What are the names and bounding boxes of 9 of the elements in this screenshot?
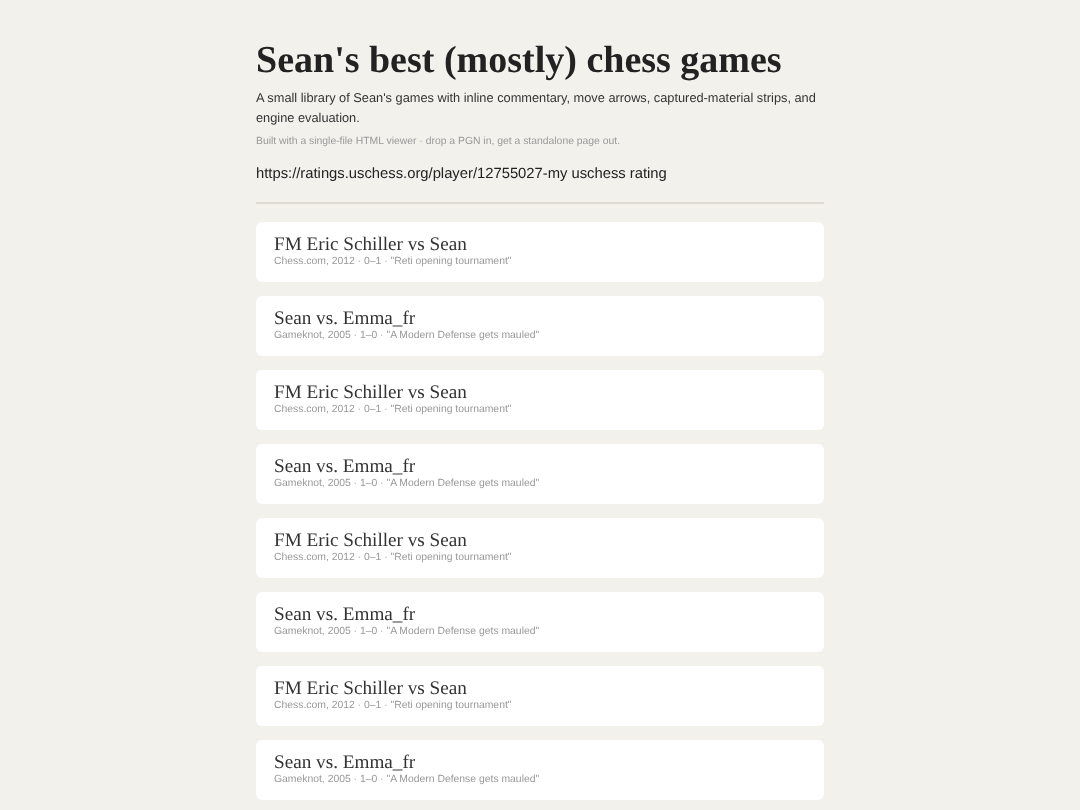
game-title: Sean vs. Emma_fr bbox=[274, 308, 418, 330]
game-title: FM Eric Schiller vs Sean bbox=[274, 234, 469, 256]
game-title: Sean vs. Emma_fr bbox=[274, 456, 418, 478]
game-title: Sean vs. Emma_fr bbox=[274, 604, 418, 626]
game-title: Sean vs. Emma_fr bbox=[274, 752, 418, 774]
game-title: FM Eric Schiller vs Sean bbox=[274, 530, 469, 552]
game-title: FM Eric Schiller vs Sean bbox=[274, 382, 469, 404]
game-title: FM Eric Schiller vs Sean bbox=[274, 678, 469, 700]
page-title: Sean's best (mostly) chess games bbox=[256, 40, 784, 84]
